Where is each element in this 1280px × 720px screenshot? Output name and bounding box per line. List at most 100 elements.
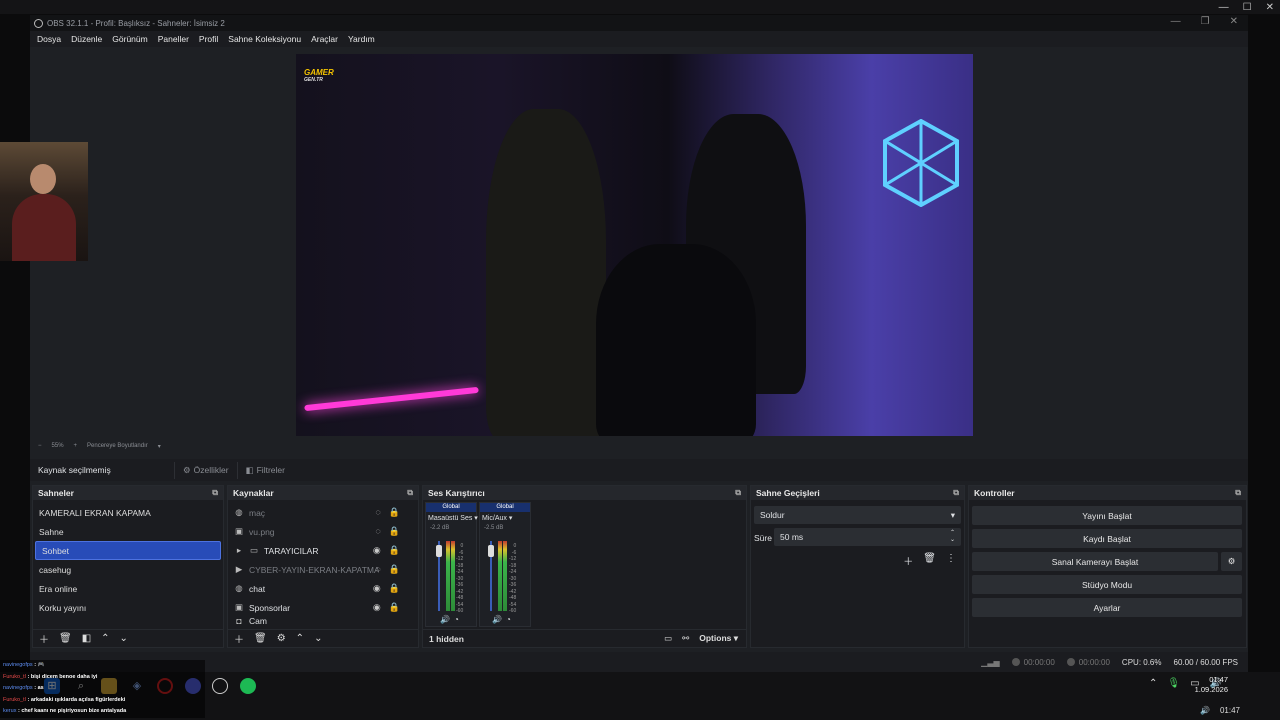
mixer-header: Ses Karıştırıcı ⧉ [423,486,746,500]
global-badge: Global [480,503,530,512]
filters-button[interactable]: ◧ Filtreler [236,461,293,479]
lock-icon: 🔒 [388,545,400,555]
menu-tools[interactable]: Araçlar [311,34,338,44]
maximize-icon[interactable]: ☐ [1243,2,1252,13]
menu-help[interactable]: Yardım [348,34,375,44]
source-item[interactable]: ◘ Cam [228,617,418,625]
source-item[interactable]: ▣ Sponsorlar ◉ 🔒 [228,598,418,617]
options-button[interactable]: Options ▾ [699,633,738,644]
zoom-in-icon[interactable]: + [74,443,78,449]
menu-scene-collection[interactable]: Sahne Koleksiyonu [228,34,301,44]
scene-filter-icon[interactable]: ◧ [82,633,91,644]
chevron-up-icon[interactable]: ⌃ [1149,678,1157,689]
chat-line: navinegofps : 🎮 [3,662,45,668]
spotify-icon[interactable] [240,678,256,694]
fader-knob[interactable] [488,545,494,557]
clock[interactable]: 01:47 1.09.2026 [1195,675,1228,695]
scene-item[interactable]: KAMERALI EKRAN KAPAMA [33,503,223,522]
mixer-dock: Ses Karıştırıcı ⧉ Global Masaüstü Ses ▾ -… [422,485,747,648]
add-icon[interactable]: ＋ [903,553,913,568]
folder-icon: ▭ [249,545,259,555]
arrow-down-icon[interactable]: ⌄ [314,633,322,644]
sources-header: Kaynaklar ⧉ [228,486,418,500]
trash-icon[interactable]: 🗑 [923,553,936,568]
source-item[interactable]: ▣ vu.png ◌ 🔒 [228,522,418,541]
audio-settings-icon[interactable]: ◔ [506,615,511,624]
transition-select[interactable]: Soldur ▾ [754,506,961,524]
zoom-mode[interactable]: Pencereye Boyutlandır [87,443,148,449]
source-item[interactable]: ◍ maç ◌ 🔒 [228,503,418,522]
zoom-out-icon[interactable]: − [38,443,42,449]
layout-icon[interactable]: ▭ [664,633,672,644]
chat-overlay: navinegofps : 🎮 Furuko_tl : bişi dicem b… [0,660,205,718]
mute-icon[interactable]: 🔊 [492,615,502,624]
audio-settings-icon[interactable]: ◔ [454,615,459,624]
source-item[interactable]: ▶ CYBER-YAYIN-EKRAN-KAPATMA.m ◌ 🔒 [228,560,418,579]
properties-button[interactable]: ⚙ Özellikler [174,461,237,479]
source-item[interactable]: ▸ ▭ TARAYICILAR ◉ 🔒 [228,541,418,560]
virtual-camera-button[interactable]: Sanal Kamerayı Başlat [972,552,1218,571]
scene-item[interactable]: Korku yayını [33,598,223,617]
app-icon[interactable] [212,678,228,694]
mixer-channel-mic: Global Mic/Aux ▾ -2.5 dB 0 -6 -12 -18 -24 -30… [479,502,531,627]
mute-icon[interactable]: 🔊 [440,615,450,624]
menu-view[interactable]: Görünüm [112,34,147,44]
chat-line: Furuko_tl : arkadaki ışıklarda açılsa fi… [3,696,126,703]
source-item[interactable]: ◍ chat ◉ 🔒 [228,579,418,598]
status-bar: ▁▃▅ 00:00:00 00:00:00 CPU: 0.6% 60.00 / … [30,652,1248,672]
window-restore-icon[interactable]: ❐ [1201,16,1210,27]
scene-item[interactable]: Sahne [33,522,223,541]
menu-docks[interactable]: Paneller [158,34,189,44]
dock-popout-icon[interactable]: ⧉ [1235,488,1241,498]
arrow-up-icon[interactable]: ⌃ [101,633,109,644]
global-badge: Global [426,503,476,512]
start-stream-button[interactable]: Yayını Başlat [972,506,1242,525]
duration-field[interactable]: 50 ms ⌃ ⌄ [774,528,961,546]
fader-knob[interactable] [436,545,442,557]
menu-profile[interactable]: Profil [199,34,218,44]
scene-item[interactable]: Era online [33,579,223,598]
hidden-count[interactable]: 1 hidden [429,634,464,644]
record-status-icon [1066,658,1075,667]
menu-edit[interactable]: Düzenle [71,34,102,44]
link-icon[interactable]: ⚯ [682,633,689,644]
lock-icon: 🔒 [388,526,400,536]
add-icon[interactable]: ＋ [234,631,244,646]
more-icon[interactable]: ⋮ [946,553,956,568]
window-close-icon[interactable]: ✕ [1230,16,1238,27]
gear-icon[interactable]: ⚙ [277,633,286,644]
trash-icon[interactable]: 🗑 [254,633,267,644]
lock-icon: 🔒 [388,583,400,593]
window-minimize-icon[interactable]: — [1171,16,1181,27]
dock-popout-icon[interactable]: ⧉ [735,488,741,498]
minimize-icon[interactable]: — [1219,2,1229,13]
mic-icon[interactable]: 🎙 [1167,678,1180,689]
studio-mode-button[interactable]: Stüdyo Modu [972,575,1242,594]
chevron-down-icon[interactable]: ▾ [158,443,161,450]
scene-item-active[interactable]: Sohbet [35,541,221,560]
scene-item[interactable]: casehug [33,560,223,579]
volume-icon[interactable]: 🔊 [1200,706,1210,715]
start-record-button[interactable]: Kaydı Başlat [972,529,1242,548]
dock-popout-icon[interactable]: ⧉ [953,488,959,498]
trash-icon[interactable]: 🗑 [59,633,72,644]
close-icon[interactable]: ✕ [1266,2,1274,13]
dock-popout-icon[interactable]: ⧉ [212,488,218,498]
volume-meter [503,541,507,611]
arrow-up-icon[interactable]: ⌃ [296,633,304,644]
stream-status-icon [1011,658,1020,667]
arrow-down-icon[interactable]: ⌄ [120,633,128,644]
eye-hidden-icon: ◌ [375,507,381,517]
channel-name[interactable]: Masaüstü Ses ▾ [426,514,478,522]
menu-file[interactable]: Dosya [37,34,61,44]
virtual-camera-settings-icon[interactable]: ⚙ [1221,552,1242,571]
dock-popout-icon[interactable]: ⧉ [407,488,413,498]
image-icon: ▣ [234,526,244,536]
preview-canvas[interactable]: GAMER GEN.TR [296,54,973,436]
window-title: OBS 32.1.1 - Profil: Başlıksız - Sahnele… [47,18,225,28]
add-icon[interactable]: ＋ [39,631,49,646]
clock-secondary[interactable]: 01:47 [1220,706,1240,715]
channel-name[interactable]: Mic/Aux ▾ [480,514,530,522]
menu-bar: Dosya Düzenle Görünüm Paneller Profil Sa… [30,31,1248,47]
settings-button[interactable]: Ayarlar [972,598,1242,617]
